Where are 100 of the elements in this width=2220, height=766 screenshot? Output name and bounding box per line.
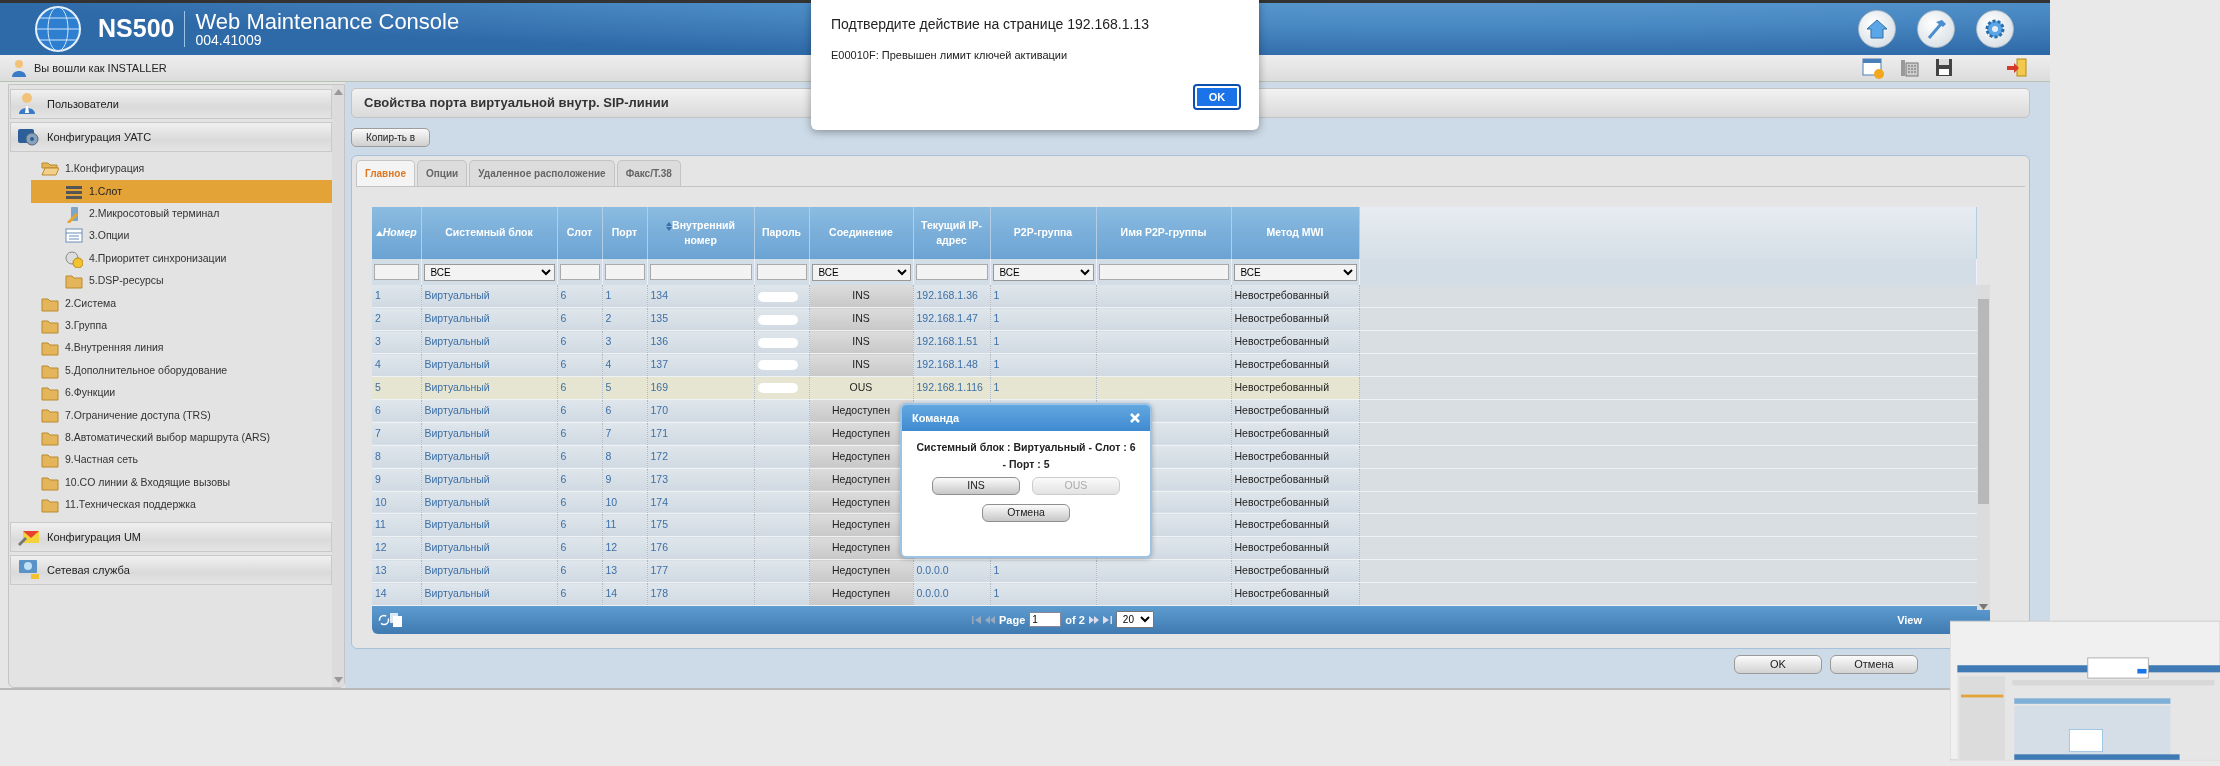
filter-field[interactable] [374, 264, 419, 280]
tree-item[interactable]: 5.DSP-ресурсы [31, 269, 332, 293]
copy-icon[interactable] [390, 612, 402, 627]
tab[interactable]: Опции [416, 160, 468, 186]
table-cell: 6 [557, 491, 602, 514]
sidebar-section[interactable]: Конфигурация УАТС [10, 122, 332, 152]
page-field[interactable]: 1 [1029, 612, 1062, 628]
table-cell: 174 [647, 491, 754, 514]
table-row[interactable]: 13 Виртуальный 6 13 177 Недоступен 0.0.0.0 1 Невостребованный [372, 559, 1977, 583]
redaction-mark [757, 358, 798, 373]
table-cell: Невостребованный [1231, 422, 1359, 446]
sidebar-section[interactable]: Сетевая служба [10, 555, 332, 586]
tree-item[interactable]: 2.Микросотовый терминал [31, 202, 332, 226]
tree-item[interactable]: 8.Автоматический выбор маршрута (ARS) [31, 426, 332, 450]
tree-item[interactable]: 3.Группа [31, 314, 332, 338]
filter-field[interactable] [1098, 264, 1229, 280]
tree-item[interactable]: 3.Опции [31, 225, 332, 248]
tree-item[interactable]: 1.Конфигурация [31, 158, 332, 181]
ok-button[interactable]: OK [1734, 655, 1822, 674]
table-icon [65, 227, 83, 246]
table-cell: Невостребованный [1231, 536, 1359, 560]
last-page-icon[interactable] [1102, 615, 1112, 624]
tree-item[interactable]: 10.CO линии & Входящие вызовы [31, 471, 332, 494]
filter-field[interactable] [604, 264, 645, 280]
page-size-dropdown[interactable]: 20 [1115, 611, 1154, 629]
table-cell: Невостребованный [1231, 330, 1359, 354]
first-page-icon[interactable] [972, 615, 981, 624]
table-cell: Виртуальный [421, 422, 557, 446]
tree-item[interactable]: 4.Приоритет синхронизации [31, 247, 332, 270]
tab[interactable]: Удаленное расположение [469, 160, 615, 186]
table-cell: Виртуальный [421, 399, 557, 423]
table-cell: Виртуальный [421, 445, 557, 469]
command-button[interactable]: INS [932, 476, 1020, 495]
table-row[interactable]: 5 Виртуальный 6 5 169 OUS 192.168.1.116 1 Невостребованный [372, 376, 1977, 400]
scroll-down-icon[interactable] [333, 677, 343, 683]
status-button[interactable]: INS [809, 285, 913, 308]
cancel-button[interactable]: Отмена [982, 503, 1070, 522]
table-cell: 5 [372, 376, 421, 400]
tree-item[interactable]: 4.Внутренняя линия [31, 337, 332, 360]
copy-button[interactable]: Копир-ть в [351, 128, 431, 147]
filter-dropdown[interactable]: ВСЕ [1233, 263, 1357, 281]
table-cell: 7 [372, 422, 421, 446]
folder-icon [41, 160, 59, 179]
close-icon[interactable] [1130, 413, 1140, 423]
phone-button[interactable] [1898, 57, 1920, 79]
tree-item[interactable]: 1.Слот [31, 180, 332, 203]
ok-button[interactable]: OK [1193, 84, 1241, 110]
tree-item[interactable]: 9.Частная сеть [31, 449, 332, 472]
table-cell: 1 [372, 285, 421, 308]
table-row[interactable]: 4 Виртуальный 6 4 137 INS 192.168.1.48 1 Невостребованный [372, 353, 1977, 377]
cancel-button[interactable]: Отмена [1830, 655, 1918, 674]
sidebar-section[interactable]: Пользователи [10, 89, 332, 119]
home-button[interactable] [1858, 10, 1896, 48]
folder-icon [41, 339, 59, 358]
settings-icon [1983, 17, 2007, 41]
table-cell: Невостребованный [1231, 445, 1359, 469]
tree-item[interactable]: 2.Система [31, 292, 332, 315]
calendar-button[interactable] [1862, 57, 1884, 79]
tab[interactable]: Факс/T.38 [616, 160, 681, 186]
tree-item[interactable]: 5.Дополнительное оборудование [31, 359, 332, 382]
scrollbar-thumb[interactable] [1978, 299, 1989, 504]
folder-icon [41, 406, 59, 425]
table-row[interactable]: 14 Виртуальный 6 14 178 Недоступен 0.0.0.0 1 Невостребованный [372, 582, 1977, 606]
table-cell: 12 [372, 536, 421, 560]
scroll-down-icon[interactable] [1979, 604, 1988, 610]
alert-message: E00010F: Превышен лимит ключей активации [831, 48, 1069, 63]
next-page-icon[interactable] [1088, 615, 1099, 624]
settings-button[interactable] [1976, 10, 2014, 48]
table-row[interactable]: 1 Виртуальный 6 1 134 INS 192.168.1.36 1 Невостребованный [372, 285, 1977, 308]
sidebar-section[interactable]: Конфигурация UM [10, 522, 332, 553]
filter-dropdown[interactable]: ВСЕ [423, 263, 555, 281]
folder-icon [41, 496, 59, 515]
pager-label: Page [999, 612, 1026, 628]
filter-dropdown[interactable]: ВСЕ [992, 263, 1094, 281]
table-cell: Виртуальный [421, 307, 557, 331]
table-row[interactable]: 3 Виртуальный 6 3 136 INS 192.168.1.51 1 Невостребованный [372, 330, 1977, 354]
tree-item[interactable]: 7.Ограничение доступа (TRS) [31, 404, 332, 427]
filter-field[interactable] [649, 264, 752, 280]
exit-button[interactable] [2006, 57, 2028, 79]
tree-item[interactable]: 6.Функции [31, 381, 332, 405]
scroll-up-icon[interactable] [333, 89, 343, 95]
hammer-button[interactable] [1917, 10, 1955, 48]
table-cell: Виртуальный [421, 330, 557, 354]
table-cell: 1 [990, 285, 1096, 308]
table-cell: Виртуальный [421, 491, 557, 514]
table-cell: Невостребованный [1231, 399, 1359, 423]
alert-title: Подтвердите действие на странице 192.168.1.13 [831, 15, 1150, 34]
filter-field[interactable] [915, 264, 988, 280]
filter-field[interactable] [559, 264, 600, 280]
table-cell: Виртуальный [421, 285, 557, 308]
filter-dropdown[interactable]: ВСЕ [811, 263, 911, 281]
refresh-icon[interactable] [378, 613, 390, 626]
view-records-text: View [1897, 612, 1922, 628]
previous-page-icon[interactable] [985, 615, 995, 624]
table-cell: Виртуальный [421, 353, 557, 377]
filter-field[interactable] [756, 264, 807, 280]
table-cell: Невостребованный [1231, 559, 1359, 583]
tree-item[interactable]: 11.Техническая поддержка [31, 493, 332, 517]
table-row[interactable]: 2 Виртуальный 6 2 135 INS 192.168.1.47 1 Невостребованный [372, 307, 1977, 331]
table-cell: Невостребованный [1231, 582, 1359, 606]
